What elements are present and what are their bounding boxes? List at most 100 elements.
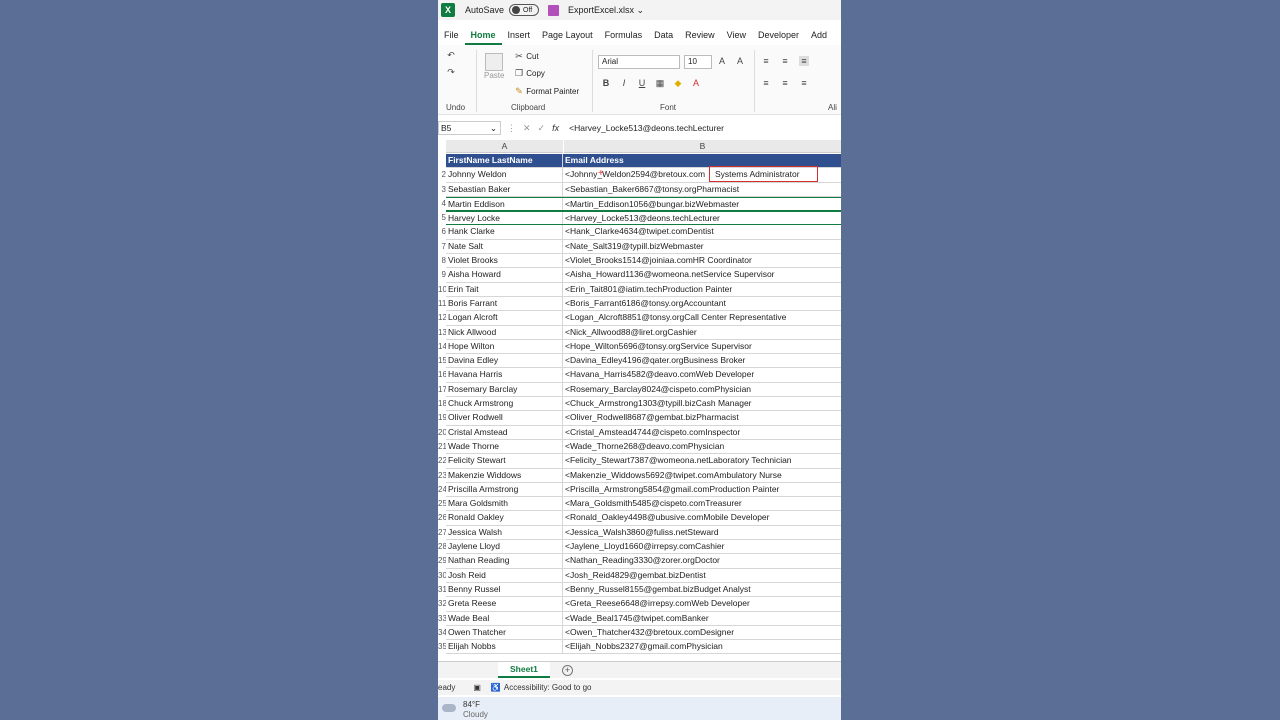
table-row[interactable]: Logan Alcroft <Logan_Alcroft8851@tonsy.or… xyxy=(446,311,841,326)
cell-name[interactable]: Nick Allwood xyxy=(446,325,563,339)
cell-email[interactable]: <Hope_Wilton5696@tonsy.orgService Superv… xyxy=(563,340,841,353)
row-number[interactable]: 4 xyxy=(438,197,446,211)
table-row[interactable]: Wade Beal <Wade_Beal1745@twipet.comBanker xyxy=(446,611,841,626)
row-number[interactable]: 10 xyxy=(438,283,446,297)
table-row[interactable]: Mara Goldsmith <Mara_Goldsmith5485@cispet… xyxy=(446,497,841,512)
tab-review[interactable]: Review xyxy=(679,27,721,45)
table-row[interactable]: Makenzie Widdows <Makenzie_Widdows5692@tw… xyxy=(446,468,841,483)
align-top-icon[interactable]: ≡ xyxy=(761,56,771,66)
cell-email[interactable]: <Nathan_Reading3330@zorer.orgDoctor xyxy=(563,554,841,567)
cell-name[interactable]: Chuck Armstrong xyxy=(446,397,563,411)
tab-file[interactable]: File xyxy=(438,27,465,45)
row-number[interactable]: 28 xyxy=(438,540,446,554)
row-number[interactable]: 17 xyxy=(438,383,446,397)
row-number[interactable] xyxy=(438,154,446,168)
cell-email[interactable]: <Nate_Salt319@typill.bizWebmaster xyxy=(563,240,841,253)
table-row[interactable]: Davina Edley <Davina_Edley4196@qater.orgB… xyxy=(446,354,841,369)
table-row[interactable]: Aisha Howard <Aisha_Howard1136@womeona.ne… xyxy=(446,268,841,283)
cell-email[interactable]: <Oliver_Rodwell8687@gembat.bizPharmacist xyxy=(563,411,841,424)
row-number[interactable]: 14 xyxy=(438,340,446,354)
cell-name[interactable]: Elijah Nobbs xyxy=(446,640,563,654)
paste-button[interactable]: Paste xyxy=(484,53,504,80)
cell-email[interactable]: <Cristal_Amstead4744@cispeto.comInspecto… xyxy=(563,426,841,439)
row-number[interactable]: 26 xyxy=(438,511,446,525)
table-row[interactable]: Priscilla Armstrong <Priscilla_Armstrong5… xyxy=(446,482,841,498)
table-row[interactable]: Owen Thatcher <Owen_Thatcher432@bretoux.c… xyxy=(446,625,841,641)
cell-name[interactable]: Erin Tait xyxy=(446,282,563,296)
table-row[interactable]: Josh Reid <Josh_Reid4829@gembat.bizDentis… xyxy=(446,568,841,583)
cell-name[interactable]: Martin Eddison xyxy=(446,197,563,211)
tab-home[interactable]: Home xyxy=(464,27,502,45)
cell-name[interactable]: Owen Thatcher xyxy=(446,625,563,640)
row-number[interactable]: 32 xyxy=(438,597,446,611)
name-box[interactable]: B5 ⌄ xyxy=(438,121,501,135)
row-number[interactable]: 9 xyxy=(438,268,446,282)
cell-name[interactable]: Ronald Oakley xyxy=(446,511,563,525)
row-number[interactable]: 7 xyxy=(438,240,446,254)
row-number[interactable]: 22 xyxy=(438,454,446,468)
align-middle-icon[interactable]: ≡ xyxy=(780,56,790,66)
cell-name[interactable]: Johnny Weldon xyxy=(446,168,563,182)
table-row[interactable]: Boris Farrant <Boris_Farrant6186@tonsy.or… xyxy=(446,296,841,312)
cell-email[interactable]: <Mara_Goldsmith5485@cispeto.comTreasurer xyxy=(563,497,841,510)
table-row[interactable]: Jessica Walsh <Jessica_Walsh3860@fuliss.n… xyxy=(446,525,841,541)
row-number[interactable]: 31 xyxy=(438,583,446,597)
cell-name[interactable]: Hope Wilton xyxy=(446,339,563,354)
cell-name[interactable]: Harvey Locke xyxy=(446,212,563,225)
cell-email[interactable]: <Owen_Thatcher432@bretoux.comDesigner xyxy=(563,626,841,639)
cell-email[interactable]: <Wade_Beal1745@twipet.comBanker xyxy=(563,612,841,625)
table-row[interactable]: Nick Allwood <Nick_Allwood88@liret.orgCas… xyxy=(446,325,841,340)
fill-color-icon[interactable]: ◆ xyxy=(673,78,683,88)
accessibility-icon[interactable]: ♿ xyxy=(491,683,501,692)
accessibility-status[interactable]: Accessibility: Good to go xyxy=(504,683,592,692)
header-cell-a[interactable]: FirstName LastName xyxy=(446,154,563,168)
cell-email[interactable]: <Greta_Reese6648@irrepsy.comWeb Develope… xyxy=(563,597,841,610)
format-painter-button[interactable]: ✎ Format Painter xyxy=(514,86,579,96)
cell-email[interactable]: <Violet_Brooks1514@joiniaa.comHR Coordin… xyxy=(563,254,841,267)
table-row[interactable]: Hank Clarke <Hank_Clarke4634@twipet.comDe… xyxy=(446,225,841,240)
cell-email[interactable]: <Martin_Eddison1056@bungar.bizWebmaster xyxy=(563,198,841,210)
align-right-icon[interactable]: ≡ xyxy=(799,78,809,88)
font-size-select[interactable]: 10 xyxy=(684,55,712,69)
cell-name[interactable]: Boris Farrant xyxy=(446,296,563,311)
cell-email[interactable]: <Chuck_Armstrong1303@typill.bizCash Mana… xyxy=(563,397,841,410)
row-number[interactable]: 21 xyxy=(438,440,446,454)
cell-name[interactable]: Aisha Howard xyxy=(446,268,563,282)
table-row[interactable]: Jaylene Lloyd <Jaylene_Lloyd1660@irrepsy.… xyxy=(446,540,841,555)
cell-email[interactable]: <Wade_Thorne268@deavo.comPhysician xyxy=(563,440,841,453)
cancel-icon[interactable]: ✕ xyxy=(523,123,531,134)
row-number[interactable]: 19 xyxy=(438,411,446,425)
cell-email[interactable]: <Sebastian_Baker6867@tonsy.orgPharmacist xyxy=(563,183,841,196)
cell-name[interactable]: Hank Clarke xyxy=(446,225,563,239)
table-row[interactable]: Elijah Nobbs <Elijah_Nobbs2327@gmail.comP… xyxy=(446,640,841,655)
row-number[interactable]: 23 xyxy=(438,469,446,483)
underline-button[interactable]: U xyxy=(637,78,647,88)
row-number[interactable]: 3 xyxy=(438,183,446,197)
cell-email[interactable]: <Benny_Russel8155@gembat.bizBudget Analy… xyxy=(563,583,841,596)
cell-email[interactable]: <Logan_Alcroft8851@tonsy.orgCall Center … xyxy=(563,311,841,324)
copy-button[interactable]: ❐ Copy xyxy=(514,68,545,78)
table-row[interactable]: Harvey Locke <Harvey_Locke513@deons.techL… xyxy=(446,211,841,226)
cell-name[interactable]: Mara Goldsmith xyxy=(446,497,563,511)
table-row[interactable]: Ronald Oakley <Ronald_Oakley4498@ubusive.… xyxy=(446,511,841,526)
save-icon[interactable] xyxy=(548,4,560,16)
cell-name[interactable]: Makenzie Widdows xyxy=(446,468,563,482)
font-color-icon[interactable]: A xyxy=(691,78,701,88)
column-header-a[interactable]: A xyxy=(446,140,563,153)
cell-name[interactable]: Nathan Reading xyxy=(446,554,563,568)
tab-developer[interactable]: Developer xyxy=(752,27,805,45)
table-row[interactable]: Havana Harris <Havana_Harris4582@deavo.co… xyxy=(446,368,841,383)
table-row[interactable]: Rosemary Barclay <Rosemary_Barclay8024@ci… xyxy=(446,382,841,398)
tab-view[interactable]: View xyxy=(721,27,752,45)
cell-email[interactable]: <Felicity_Stewart7387@womeona.netLaborat… xyxy=(563,454,841,467)
table-row[interactable]: Martin Eddison <Martin_Eddison1056@bungar… xyxy=(446,196,841,212)
cell-name[interactable]: Jaylene Lloyd xyxy=(446,540,563,554)
row-number[interactable]: 8 xyxy=(438,254,446,268)
cell-name[interactable]: Wade Beal xyxy=(446,611,563,625)
cell-name[interactable]: Wade Thorne xyxy=(446,439,563,454)
cell-name[interactable]: Nate Salt xyxy=(446,239,563,254)
table-row[interactable]: Chuck Armstrong <Chuck_Armstrong1303@typi… xyxy=(446,397,841,412)
tab-data[interactable]: Data xyxy=(648,27,679,45)
cell-name[interactable]: Sebastian Baker xyxy=(446,182,563,196)
enter-icon[interactable]: ✓ xyxy=(538,123,546,134)
